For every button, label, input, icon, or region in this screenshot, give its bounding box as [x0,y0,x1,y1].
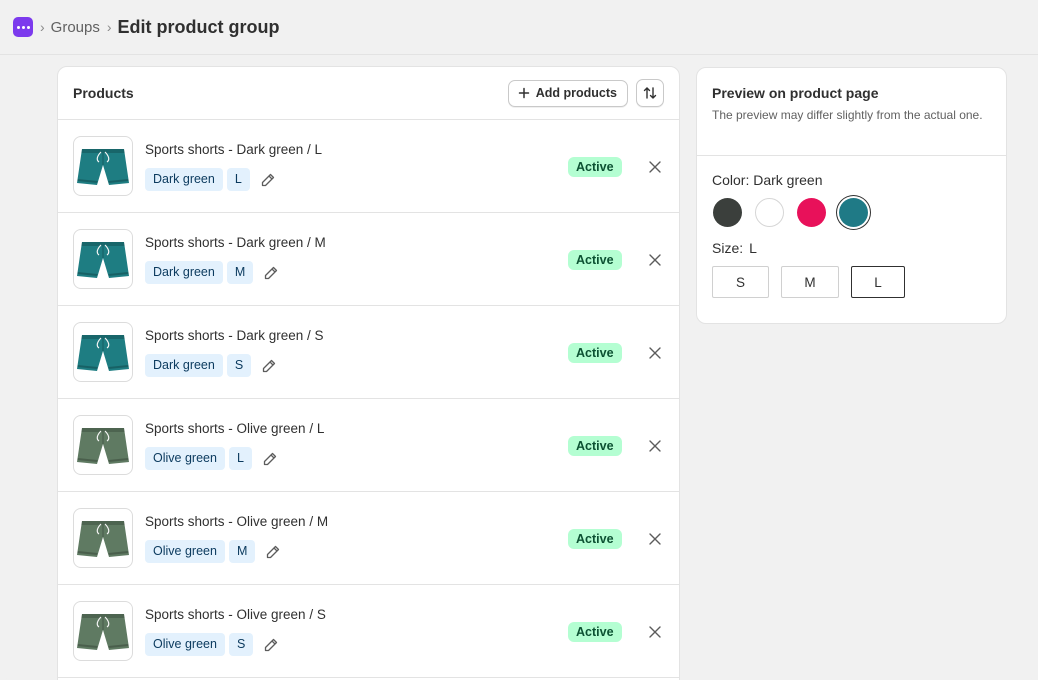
header: › Groups › Edit product group [0,0,1038,55]
color-option-label: Color: Dark green [712,172,823,188]
product-row: Sports shorts - Dark green / M Dark green… [58,213,679,306]
color-swatches [713,198,991,227]
color-tag: Dark green [145,168,223,191]
product-thumbnail [73,601,133,661]
sort-arrows-icon [643,87,657,99]
size-tag: S [226,354,252,377]
size-button[interactable]: S [712,266,769,298]
size-button[interactable]: M [781,266,839,298]
status-badge: Active [568,250,622,270]
close-icon[interactable] [646,344,664,362]
color-tag: Dark green [145,354,223,377]
add-products-button[interactable]: Add products [507,79,628,107]
close-icon[interactable] [646,158,664,176]
product-thumbnail [73,508,133,568]
product-thumbnail [73,136,133,196]
color-tag: Dark green [145,261,223,284]
size-buttons: SML [712,266,991,298]
status-badge: Active [568,622,622,642]
size-option-value: L [749,240,757,256]
size-option-label: Size: [712,240,744,256]
app-window: › Groups › Edit product group Products A… [0,0,1038,680]
product-list: Sports shorts - Dark green / L Dark green… [58,120,679,678]
status-badge: Active [568,529,622,549]
product-row: Sports shorts - Olive green / M Olive gre… [58,492,679,585]
color-swatch[interactable] [797,198,826,227]
pencil-icon[interactable] [260,172,276,188]
sort-button[interactable] [636,79,664,107]
pencil-icon[interactable] [261,358,277,374]
close-icon[interactable] [646,530,664,548]
preview-body: Color: Dark green Size: L SML [697,156,1006,314]
status-badge: Active [568,436,622,456]
product-row: Sports shorts - Dark green / S Dark green… [58,306,679,399]
preview-subtitle: The preview may differ slightly from the… [712,108,983,122]
products-title: Products [73,85,134,101]
color-tag: Olive green [145,447,225,470]
breadcrumb-separator: › [40,19,45,35]
product-row: Sports shorts - Olive green / S Olive gre… [58,585,679,678]
pencil-icon[interactable] [263,265,279,281]
size-tag: M [226,261,254,284]
size-tag: L [226,168,250,191]
page-title: Edit product group [117,16,280,37]
preview-title: Preview on product page [712,85,879,101]
close-icon[interactable] [646,437,664,455]
products-card: Products Add products Sports shorts - Da… [57,66,680,680]
close-icon[interactable] [646,251,664,269]
color-swatch[interactable] [755,198,784,227]
size-tag: S [228,633,254,656]
pencil-icon[interactable] [265,544,281,560]
pencil-icon[interactable] [262,451,278,467]
color-tag: Olive green [145,633,225,656]
size-button[interactable]: L [851,266,905,298]
breadcrumb-separator: › [106,19,112,35]
product-thumbnail [73,415,133,475]
product-thumbnail [73,229,133,289]
product-row: Sports shorts - Dark green / L Dark green… [58,120,679,213]
product-row: Sports shorts - Olive green / L Olive gre… [58,399,679,492]
size-option-row: Size: L [712,240,991,256]
status-badge: Active [568,343,622,363]
pencil-icon[interactable] [263,637,279,653]
add-products-label: Add products [535,86,617,100]
color-swatch[interactable] [713,198,742,227]
product-thumbnail [73,322,133,382]
color-tag: Olive green [145,540,225,563]
size-tag: L [228,447,252,470]
size-tag: M [228,540,256,563]
products-card-header: Products Add products [58,67,679,120]
status-badge: Active [568,157,622,177]
app-dots-icon[interactable] [13,17,33,37]
preview-header: Preview on product page The preview may … [697,68,1006,156]
plus-icon [518,87,529,99]
preview-card: Preview on product page The preview may … [696,67,1007,324]
color-swatch[interactable] [839,198,868,227]
close-icon[interactable] [646,623,664,641]
breadcrumb-groups-link[interactable]: Groups [51,19,100,36]
